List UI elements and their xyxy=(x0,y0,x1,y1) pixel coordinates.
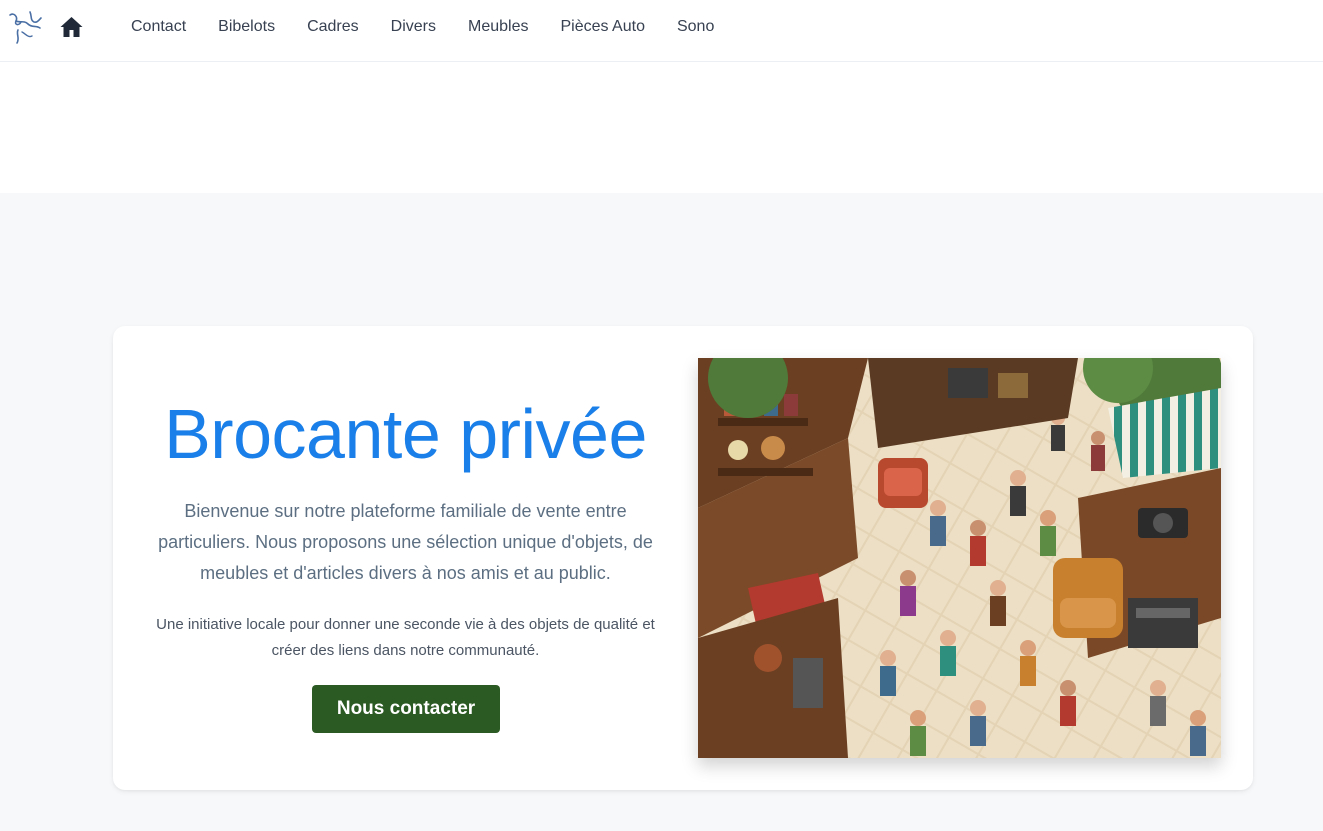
hero-description: Bienvenue sur notre plateforme familiale… xyxy=(158,501,653,583)
nav-link-divers[interactable]: Divers xyxy=(391,18,436,36)
nav-links: Contact Bibelots Cadres Divers Meubles P… xyxy=(131,18,746,36)
home-icon[interactable] xyxy=(59,16,84,38)
logo-icon[interactable] xyxy=(6,8,44,46)
hero-title: Brocante privée xyxy=(164,395,647,473)
hero-subtext: Une initiative locale pour donner une se… xyxy=(156,616,655,659)
nav-link-contact[interactable]: Contact xyxy=(131,18,186,36)
hero-card: Brocante privée Bienvenue sur notre plat… xyxy=(113,326,1253,790)
navbar: Contact Bibelots Cadres Divers Meubles P… xyxy=(0,0,1323,62)
contact-button[interactable]: Nous contacter xyxy=(312,685,500,733)
nav-link-meubles[interactable]: Meubles xyxy=(468,18,528,36)
hero-text-column: Brocante privée Bienvenue sur notre plat… xyxy=(113,326,698,790)
top-spacer xyxy=(0,62,1323,193)
nav-link-cadres[interactable]: Cadres xyxy=(307,18,359,36)
nav-link-sono[interactable]: Sono xyxy=(677,18,714,36)
nav-link-pieces-auto[interactable]: Pièces Auto xyxy=(560,18,645,36)
nav-link-bibelots[interactable]: Bibelots xyxy=(218,18,275,36)
flea-market-illustration xyxy=(698,358,1221,758)
flea-market-image xyxy=(698,358,1221,758)
